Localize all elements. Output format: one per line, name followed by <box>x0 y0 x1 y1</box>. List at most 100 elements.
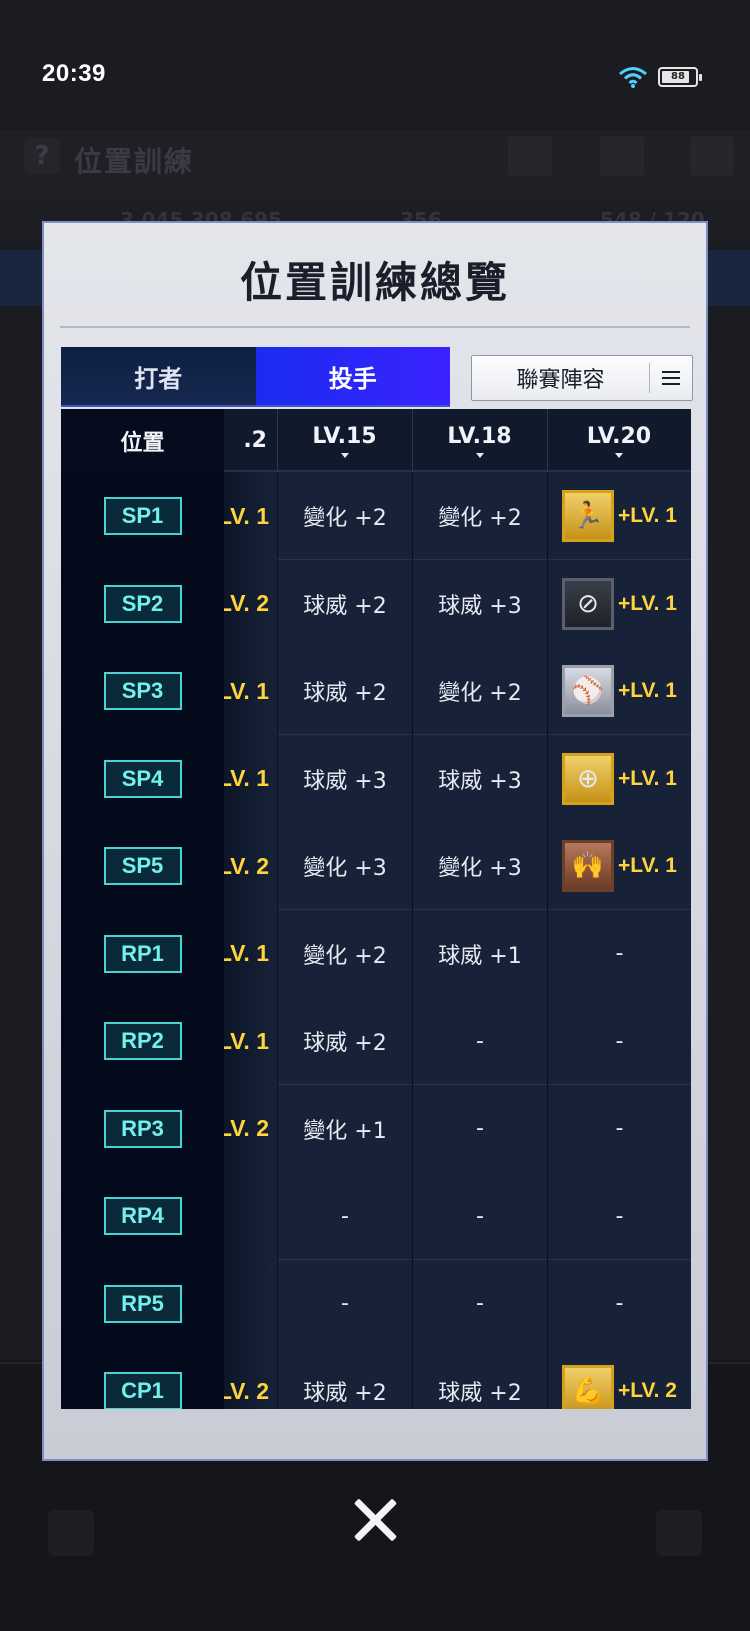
cell-lv20-wrap: ⊘ +LV. 1 <box>547 559 691 648</box>
skill-level: +LV. 2 <box>618 1379 677 1402</box>
box-icon <box>690 136 734 176</box>
cell-lv20-wrap: 💪 +LV. 2 <box>547 1347 691 1409</box>
training-table[interactable]: 位置 .2 LV.15 LV.18 LV.20 SP1LV. 1變化 +2變化 … <box>61 409 691 1409</box>
first-base-runner-icon: 🏃 <box>562 490 615 542</box>
tab-pitchers[interactable]: 投手 <box>255 347 450 405</box>
upload-icon <box>656 1510 702 1556</box>
header-lv20[interactable]: LV.20 <box>547 409 691 472</box>
position-badge: SP5 <box>103 847 182 885</box>
tab-bar: 打者 投手 <box>61 347 450 407</box>
cell-col0: LV. 1 <box>224 997 277 1085</box>
tab-batters[interactable]: 打者 <box>61 347 256 405</box>
position-badge: SP1 <box>103 497 182 535</box>
table-row: RP3LV. 2變化 +1-- <box>61 1084 691 1173</box>
status-time: 20:39 <box>42 60 106 87</box>
skill-bonus: 💪 +LV. 2 <box>562 1365 677 1409</box>
cell-position: SP5 <box>61 822 224 910</box>
cell-lv18: - <box>412 1172 547 1260</box>
skill-level: +LV. 1 <box>618 504 677 527</box>
table-header: 位置 .2 LV.15 LV.18 LV.20 <box>61 409 691 472</box>
cell-lv15: 變化 +1 <box>277 1084 412 1173</box>
cell-position: RP3 <box>61 1084 224 1173</box>
battery-icon: 88 <box>658 67 702 87</box>
close-button[interactable] <box>352 1497 398 1543</box>
home-icon <box>48 1510 94 1556</box>
cell-lv15: 球威 +2 <box>277 1347 412 1409</box>
cell-lv15: 變化 +2 <box>277 472 412 560</box>
divider <box>60 326 690 328</box>
ball-plus-icon: ⊕ <box>562 752 615 805</box>
cell-lv18: 球威 +3 <box>412 559 547 648</box>
cell-lv20: - <box>615 1291 624 1316</box>
batter-icon: ⚾ <box>562 665 615 717</box>
cell-col0: LV. 2 <box>224 1347 277 1409</box>
cell-lv20-wrap: ⊕ +LV. 1 <box>547 734 691 823</box>
cell-lv20: - <box>615 1028 624 1054</box>
cell-position: SP2 <box>61 559 224 648</box>
skill-level: +LV. 1 <box>618 679 677 702</box>
header-lv18[interactable]: LV.18 <box>412 409 547 472</box>
cell-lv15: - <box>277 1259 412 1348</box>
cell-col0 <box>224 1259 277 1348</box>
cell-position: SP3 <box>61 647 224 735</box>
cell-position: RP2 <box>61 997 224 1085</box>
cell-lv18: 球威 +1 <box>412 909 547 998</box>
skill-level: +LV. 1 <box>618 591 677 615</box>
skill-bonus: ⊘ +LV. 1 <box>562 577 677 630</box>
no-bat-icon: ⊘ <box>562 577 615 630</box>
cell-lv18: - <box>412 1084 547 1173</box>
cell-lv20-wrap: - <box>547 1084 691 1173</box>
flag-icon <box>508 136 552 176</box>
cell-lv18: - <box>412 997 547 1085</box>
cell-lv20-wrap: - <box>547 1172 691 1260</box>
position-badge: RP3 <box>103 1109 182 1148</box>
header-position: 位置 <box>61 409 224 472</box>
cell-lv18: 變化 +2 <box>412 472 547 560</box>
league-lineup-button[interactable]: 聯賽陣容 <box>471 355 693 401</box>
cell-lv20-wrap: - <box>547 1259 691 1348</box>
cell-lv18: 變化 +3 <box>412 822 547 910</box>
pitcher-icon: 🙌 <box>562 840 615 892</box>
sort-caret-icon <box>340 452 349 458</box>
position-badge: RP4 <box>103 1197 182 1235</box>
skill-bonus: ⊕ +LV. 1 <box>562 752 677 805</box>
cell-lv15: 球威 +3 <box>277 734 412 823</box>
table-row: SP4LV. 1球威 +3球威 +3⊕+LV. 1 <box>61 734 691 823</box>
cell-position: SP1 <box>61 472 224 560</box>
training-overview-modal: 位置訓練總覽 打者 投手 聯賽陣容 位置 .2 LV.15 LV.18 LV.2… <box>42 221 708 1461</box>
table-row: SP5LV. 2變化 +3變化 +3🙌+LV. 1 <box>61 822 691 910</box>
skill-level: +LV. 1 <box>618 766 677 790</box>
cell-position: RP5 <box>61 1259 224 1348</box>
position-badge: RP2 <box>103 1022 182 1060</box>
cell-lv15: 球威 +2 <box>277 997 412 1085</box>
cell-lv18: - <box>412 1259 547 1348</box>
table-row: RP5- - - <box>61 1259 691 1348</box>
cell-lv15: 變化 +2 <box>277 909 412 998</box>
cell-lv15: 球威 +2 <box>277 559 412 648</box>
skill-bonus: 🙌 +LV. 1 <box>562 840 677 892</box>
position-badge: CP1 <box>103 1372 182 1409</box>
table-row: SP1LV. 1變化 +2變化 +2🏃+LV. 1 <box>61 472 691 560</box>
menu-icon[interactable] <box>650 355 692 401</box>
battery-level: 88 <box>671 71 685 82</box>
cell-position: RP1 <box>61 909 224 998</box>
cell-lv18: 球威 +3 <box>412 734 547 823</box>
cell-col0: LV. 2 <box>224 559 277 648</box>
skill-bonus: 🏃 +LV. 1 <box>562 490 677 542</box>
cell-col0: LV. 2 <box>224 822 277 910</box>
cell-col0: LV. 1 <box>224 909 277 998</box>
header-lv15[interactable]: LV.15 <box>277 409 412 472</box>
cell-lv20-wrap: ⚾ +LV. 1 <box>547 647 691 735</box>
cell-lv20: - <box>615 1116 624 1141</box>
wifi-icon <box>619 67 647 88</box>
cell-lv20-wrap: 🙌 +LV. 1 <box>547 822 691 910</box>
table-row: RP4- - - <box>61 1172 691 1260</box>
cell-position: RP4 <box>61 1172 224 1260</box>
skill-level: +LV. 1 <box>618 854 677 877</box>
position-badge: SP4 <box>103 759 182 798</box>
position-badge: RP1 <box>103 934 182 973</box>
cell-lv15: 球威 +2 <box>277 647 412 735</box>
muscle-arm-icon: 💪 <box>562 1365 615 1409</box>
sort-caret-icon <box>615 452 623 458</box>
header-col0: .2 <box>243 428 267 453</box>
